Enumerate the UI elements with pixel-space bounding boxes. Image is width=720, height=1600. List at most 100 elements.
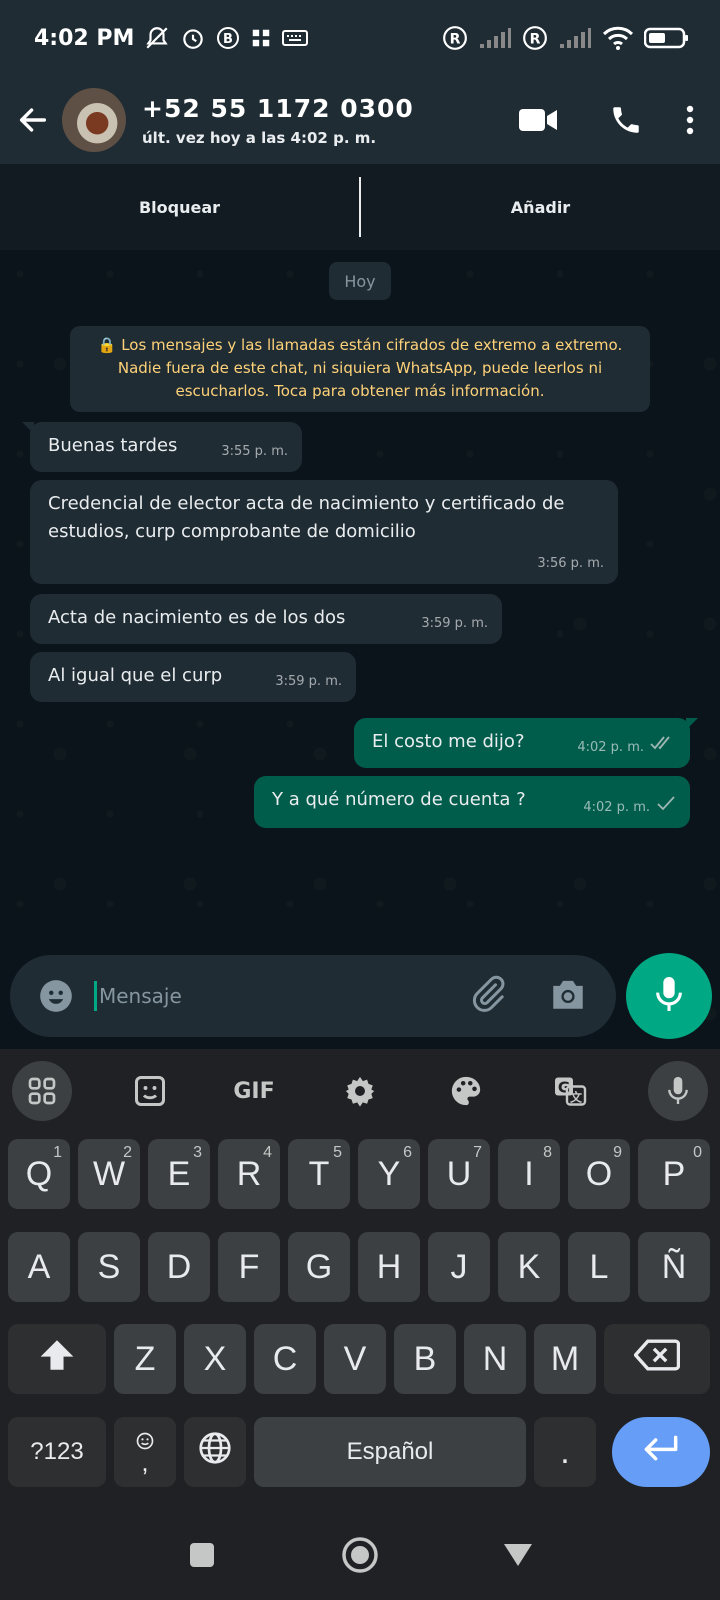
enter-key[interactable]	[612, 1417, 710, 1487]
key-j[interactable]: J	[428, 1232, 490, 1302]
key-m[interactable]: M	[534, 1324, 596, 1394]
key-z[interactable]: Z	[114, 1324, 176, 1394]
key-q[interactable]: Q1	[8, 1139, 70, 1209]
key-v[interactable]: V	[324, 1324, 386, 1394]
message-time: 4:02 p. m.	[577, 740, 644, 755]
message-time: 3:55 p. m.	[221, 444, 288, 459]
key-x[interactable]: X	[184, 1324, 246, 1394]
emoji-icon[interactable]	[26, 966, 86, 1026]
phone-icon[interactable]	[582, 90, 670, 150]
settings-icon[interactable]	[330, 1061, 390, 1121]
more-vert-icon[interactable]	[670, 90, 710, 150]
date-chip: Hoy	[329, 262, 391, 300]
check-icon	[656, 794, 676, 822]
attach-icon[interactable]	[468, 974, 508, 1018]
sticker-icon[interactable]	[120, 1061, 180, 1121]
voice-message-button[interactable]	[626, 953, 712, 1039]
block-button[interactable]: Bloquear	[0, 198, 359, 217]
key-h[interactable]: H	[358, 1232, 420, 1302]
bell-off-icon	[144, 25, 170, 51]
svg-text:文: 文	[570, 1090, 583, 1105]
translate-icon[interactable]: G文	[540, 1061, 600, 1121]
backspace-key[interactable]	[604, 1324, 710, 1394]
svg-text:R: R	[450, 31, 461, 47]
language-key[interactable]	[184, 1417, 246, 1487]
signal-icon	[558, 26, 592, 50]
key-p[interactable]: P0	[638, 1139, 710, 1209]
symbols-key[interactable]: ?123	[8, 1417, 106, 1487]
registered-icon: R	[522, 25, 548, 51]
registered-icon: R	[442, 25, 468, 51]
key-e[interactable]: E3	[148, 1139, 210, 1209]
key-n[interactable]: N	[464, 1324, 526, 1394]
message-in[interactable]: Acta de nacimiento es de los dos 3:59 p.…	[30, 594, 502, 644]
message-out[interactable]: El costo me dijo? 4:02 p. m.	[354, 718, 698, 768]
key-d[interactable]: D	[148, 1232, 210, 1302]
mic-icon[interactable]	[648, 1061, 708, 1121]
shift-key[interactable]	[8, 1324, 106, 1394]
gif-button[interactable]: GIF	[224, 1061, 284, 1121]
b-badge-icon: B	[216, 26, 240, 50]
key-u[interactable]: U7	[428, 1139, 490, 1209]
key-w[interactable]: W2	[78, 1139, 140, 1209]
message-text: Acta de nacimiento es de los dos	[48, 607, 346, 628]
contact-info[interactable]: +52 55 1172 0300 últ. vez hoy a las 4:02…	[142, 94, 414, 147]
period-key[interactable]: .	[534, 1417, 596, 1487]
key-k[interactable]: K	[498, 1232, 560, 1302]
key-c[interactable]: C	[254, 1324, 316, 1394]
svg-text:R: R	[530, 31, 541, 47]
chat-area[interactable]: Bloquear Añadir Hoy 🔒 Los mensajes y las…	[0, 164, 720, 1049]
double-check-icon	[650, 734, 676, 762]
message-in[interactable]: Credencial de elector acta de nacimiento…	[30, 480, 618, 584]
key-g[interactable]: G	[288, 1232, 350, 1302]
shift-icon	[37, 1337, 77, 1382]
signal-icon	[478, 26, 512, 50]
key-y[interactable]: Y6	[358, 1139, 420, 1209]
comma-key[interactable]: ,	[114, 1417, 176, 1487]
key-f[interactable]: F	[218, 1232, 280, 1302]
message-time: 3:59 p. m.	[275, 674, 342, 689]
message-in[interactable]: Al igual que el curp 3:59 p. m.	[30, 652, 356, 702]
key-s[interactable]: S	[78, 1232, 140, 1302]
message-time: 3:59 p. m.	[421, 616, 488, 631]
battery-icon	[644, 26, 690, 50]
space-key[interactable]: Español	[254, 1417, 526, 1487]
keyboard-icon	[282, 29, 309, 47]
unknown-contact-actions: Bloquear Añadir	[0, 164, 720, 250]
back-triangle-icon[interactable]	[488, 1525, 548, 1585]
message-text: Y a qué número de cuenta ?	[272, 789, 526, 810]
key-l[interactable]: L	[568, 1232, 630, 1302]
home-circle-icon[interactable]	[330, 1525, 390, 1585]
add-contact-button[interactable]: Añadir	[361, 198, 720, 217]
message-in[interactable]: Buenas tardes 3:55 p. m.	[22, 422, 302, 472]
video-call-icon[interactable]	[494, 90, 582, 150]
avatar[interactable]	[62, 88, 126, 152]
svg-text:B: B	[223, 32, 233, 47]
mic-icon	[652, 974, 686, 1018]
key-enye[interactable]: Ñ	[638, 1232, 710, 1302]
key-r[interactable]: R4	[218, 1139, 280, 1209]
last-seen: últ. vez hoy a las 4:02 p. m.	[142, 128, 377, 147]
key-b[interactable]: B	[394, 1324, 456, 1394]
apps-grid-icon[interactable]	[12, 1061, 72, 1121]
palette-icon[interactable]	[436, 1061, 496, 1121]
grid-icon	[250, 27, 272, 49]
back-arrow-icon[interactable]	[4, 90, 62, 150]
chat-header: +52 55 1172 0300 últ. vez hoy a las 4:02…	[0, 76, 720, 164]
camera-icon[interactable]	[548, 976, 588, 1016]
message-text: Al igual que el curp	[48, 665, 223, 686]
status-bar: 4:02 PM B R R	[0, 0, 720, 76]
key-t[interactable]: T5	[288, 1139, 350, 1209]
key-i[interactable]: I8	[498, 1139, 560, 1209]
message-text: El costo me dijo?	[372, 731, 525, 752]
message-input[interactable]: Mensaje	[94, 981, 182, 1011]
backspace-icon	[633, 1338, 681, 1381]
encryption-notice[interactable]: 🔒 Los mensajes y las llamadas están cifr…	[70, 326, 650, 412]
key-a[interactable]: A	[8, 1232, 70, 1302]
soft-keyboard: GIF G文 Q1 W2 E3 R4 T5 Y6 U7 I8 O9 P0 A S…	[0, 1049, 720, 1505]
message-time: 4:02 p. m.	[583, 800, 650, 815]
key-o[interactable]: O9	[568, 1139, 630, 1209]
message-out[interactable]: Y a qué número de cuenta ? 4:02 p. m.	[254, 776, 690, 828]
recents-square-icon[interactable]	[172, 1525, 232, 1585]
globe-icon	[197, 1430, 233, 1475]
